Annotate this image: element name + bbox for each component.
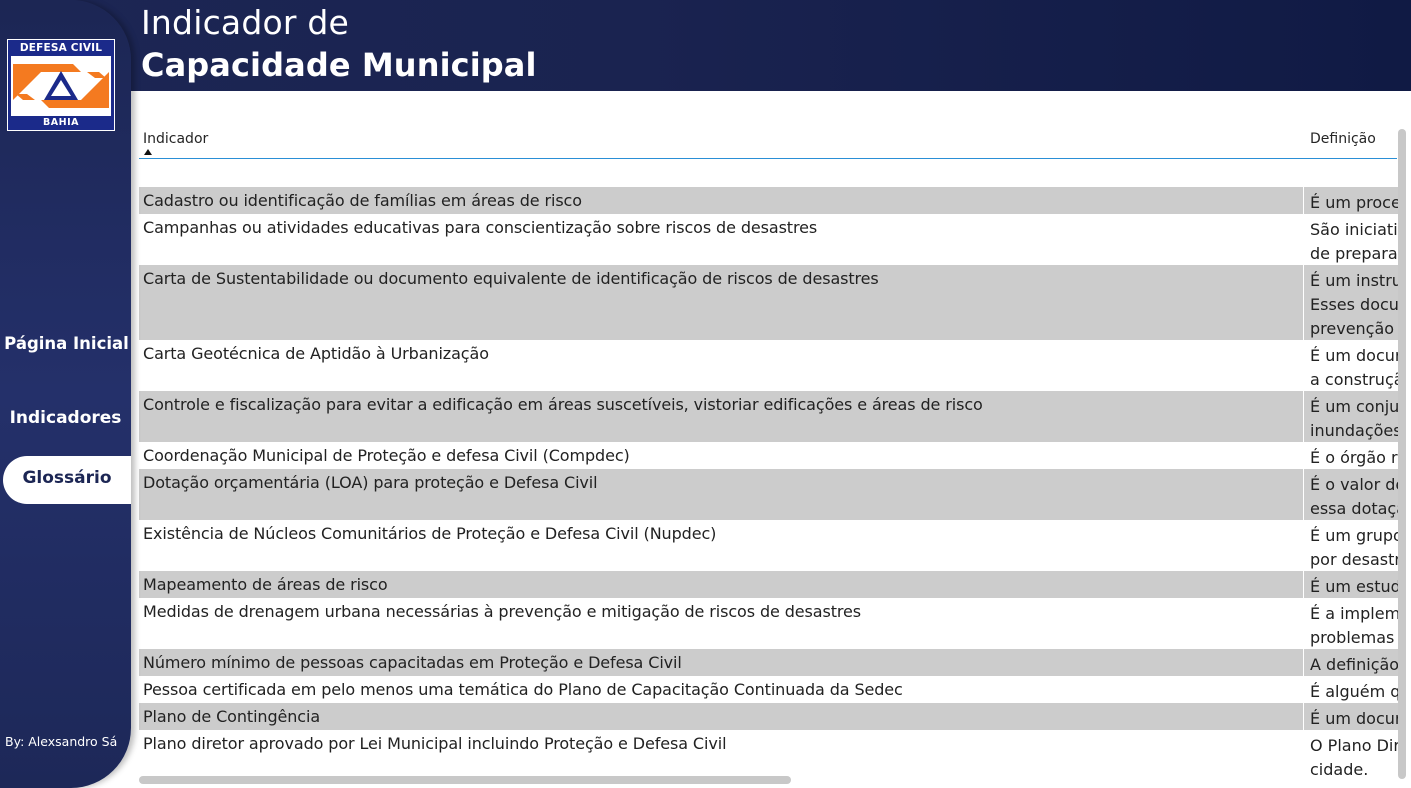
definicao-line: por desastr — [1310, 550, 1399, 569]
definicao-line: a construçã — [1310, 370, 1399, 389]
column-separator — [1303, 649, 1304, 676]
cell-definicao: É um estud — [1310, 575, 1399, 599]
cell-indicador: Plano diretor aprovado por Lei Municipal… — [143, 734, 727, 753]
glossary-table: Indicador Definição Cadastro ou identifi… — [131, 91, 1411, 788]
cell-indicador: Carta Geotécnica de Aptidão à Urbanizaçã… — [143, 344, 489, 363]
definicao-line: É um proce — [1310, 193, 1399, 212]
definicao-line: É um docur — [1310, 346, 1399, 365]
cell-indicador: Plano de Contingência — [143, 707, 321, 726]
cell-definicao: É um docur a construçã — [1310, 344, 1399, 392]
cell-definicao: É um grupo por desastr — [1310, 524, 1399, 572]
cell-indicador: Controle e fiscalização para evitar a ed… — [143, 395, 983, 414]
column-separator — [1303, 214, 1304, 265]
cell-indicador: Campanhas ou atividades educativas para … — [143, 218, 818, 237]
cell-definicao: É alguém q — [1310, 680, 1399, 704]
column-separator — [1303, 469, 1304, 520]
definicao-line: de preparac — [1310, 244, 1399, 263]
table-row[interactable]: Mapeamento de áreas de risco É um estud — [139, 571, 1399, 598]
cell-definicao: É a implem problemas — [1310, 602, 1399, 650]
column-header-indicador[interactable]: Indicador — [143, 131, 208, 147]
definicao-line: prevenção — [1310, 319, 1395, 338]
cell-indicador: Medidas de drenagem urbana necessárias à… — [143, 602, 861, 621]
cell-definicao: O Plano Dir cidade. — [1310, 734, 1399, 782]
cell-definicao: É um conju inundações — [1310, 395, 1399, 443]
cell-definicao: É um proce — [1310, 191, 1399, 215]
cell-definicao: É o órgão r — [1310, 446, 1399, 470]
definicao-line: Esses docur — [1310, 295, 1399, 314]
nav-item-pagina-inicial[interactable]: Página Inicial — [0, 334, 131, 353]
author-credit: By: Alexsandro Sá — [5, 734, 118, 749]
page-title-line2: Capacidade Municipal — [141, 46, 537, 84]
cell-indicador: Dotação orçamentária (LOA) para proteção… — [143, 473, 598, 492]
table-row[interactable]: Plano diretor aprovado por Lei Municipal… — [139, 730, 1399, 781]
definicao-line: A definição — [1310, 655, 1399, 674]
logo-mark-icon — [11, 56, 111, 116]
column-separator — [1303, 676, 1304, 703]
cell-definicao: É um docur — [1310, 707, 1399, 731]
column-header-definicao[interactable]: Definição — [1310, 131, 1376, 147]
header-banner: Indicador de Capacidade Municipal — [0, 0, 1411, 91]
definicao-line: É um instru — [1310, 271, 1399, 290]
definicao-line: É um conju — [1310, 397, 1399, 416]
table-row[interactable]: Plano de Contingência É um docur — [139, 703, 1399, 730]
vertical-scrollbar[interactable] — [1398, 129, 1406, 779]
column-separator — [1303, 391, 1304, 442]
definicao-line: É um estud — [1310, 577, 1399, 596]
definicao-line: essa dotaçã — [1310, 499, 1399, 518]
definicao-line: São iniciativ — [1310, 220, 1399, 239]
cell-indicador: Coordenação Municipal de Proteção e defe… — [143, 446, 630, 465]
table-row[interactable]: Carta Geotécnica de Aptidão à Urbanizaçã… — [139, 340, 1399, 391]
cell-indicador: Pessoa certificada em pelo menos uma tem… — [143, 680, 903, 699]
table-row[interactable]: Controle e fiscalização para evitar a ed… — [139, 391, 1399, 442]
column-separator — [1303, 340, 1304, 391]
definicao-line: inundações — [1310, 421, 1399, 440]
table-row[interactable]: Medidas de drenagem urbana necessárias à… — [139, 598, 1399, 649]
table-row[interactable]: Cadastro ou identificação de famílias em… — [139, 187, 1399, 214]
column-separator — [1303, 265, 1304, 340]
table-row[interactable]: Existência de Núcleos Comunitários de Pr… — [139, 520, 1399, 571]
sort-ascending-icon[interactable] — [144, 149, 152, 155]
cell-indicador: Mapeamento de áreas de risco — [143, 575, 388, 594]
table-row[interactable]: Campanhas ou atividades educativas para … — [139, 214, 1399, 265]
definicao-line: É alguém q — [1310, 682, 1399, 701]
nav-item-glossario[interactable]: Glossário — [3, 456, 131, 504]
definicao-line: É o valor de — [1310, 475, 1399, 494]
definicao-line: problemas — [1310, 628, 1395, 647]
horizontal-scrollbar[interactable] — [139, 776, 791, 784]
table-row[interactable]: Carta de Sustentabilidade ou documento e… — [139, 265, 1399, 340]
logo-top-text: DEFESA CIVIL — [19, 42, 103, 54]
column-separator — [1303, 187, 1304, 214]
table-row[interactable]: Dotação orçamentária (LOA) para proteção… — [139, 469, 1399, 520]
table-row[interactable]: Coordenação Municipal de Proteção e defe… — [139, 442, 1399, 469]
header-divider — [139, 158, 1397, 159]
cell-definicao: São iniciativ de preparac — [1310, 218, 1399, 266]
cell-indicador: Existência de Núcleos Comunitários de Pr… — [143, 524, 717, 543]
column-separator — [1303, 571, 1304, 598]
column-separator — [1303, 520, 1304, 571]
table-row[interactable]: Pessoa certificada em pelo menos uma tem… — [139, 676, 1399, 703]
logo-bottom-text: BAHIA — [43, 117, 79, 128]
definicao-line: É um grupo — [1310, 526, 1399, 545]
nav-item-indicadores[interactable]: Indicadores — [0, 408, 131, 428]
definicao-line: O Plano Dir — [1310, 736, 1399, 755]
defesa-civil-logo: DEFESA CIVIL BAHIA — [7, 39, 115, 131]
cell-definicao: É o valor de essa dotaçã — [1310, 473, 1399, 521]
definicao-line: cidade. — [1310, 760, 1369, 779]
definicao-line: É o órgão r — [1310, 448, 1398, 467]
cell-indicador: Número mínimo de pessoas capacitadas em … — [143, 653, 682, 672]
cell-indicador: Cadastro ou identificação de famílias em… — [143, 191, 582, 210]
definicao-line: É a implem — [1310, 604, 1399, 623]
definicao-line: É um docur — [1310, 709, 1399, 728]
cell-definicao: É um instru Esses docur prevenção — [1310, 269, 1399, 341]
sidebar: DEFESA CIVIL BAHIA Página Inicial Indica… — [0, 0, 131, 788]
page-title-line1: Indicador de — [141, 3, 349, 42]
column-separator — [1303, 598, 1304, 649]
column-separator — [1303, 730, 1304, 781]
column-separator — [1303, 703, 1304, 730]
column-separator — [1303, 442, 1304, 469]
cell-definicao: A definição — [1310, 653, 1399, 677]
table-row[interactable]: Número mínimo de pessoas capacitadas em … — [139, 649, 1399, 676]
cell-indicador: Carta de Sustentabilidade ou documento e… — [143, 269, 879, 288]
